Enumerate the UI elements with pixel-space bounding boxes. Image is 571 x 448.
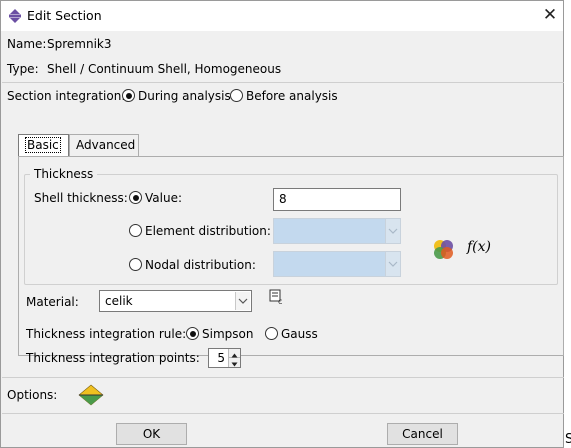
fx-label: f(x) [467,239,492,255]
title-bar[interactable]: Edit Section ✕ [1,1,563,31]
nodal-distribution-combo[interactable] [273,251,401,277]
radio-element-distribution[interactable]: Element distribution: [129,224,271,238]
chevron-down-icon [385,252,400,276]
chevron-down-icon [235,292,250,310]
radio-button-selected[interactable] [186,327,199,340]
shell-thickness-label: Shell thickness: [34,191,128,205]
name-label: Name: [7,37,47,51]
radio-button-selected[interactable] [129,191,142,204]
close-icon[interactable]: ✕ [541,5,559,25]
radio-button[interactable] [265,327,278,340]
tab-advanced[interactable]: Advanced [69,134,139,156]
section-integration-label: Section integration: [7,89,126,103]
radio-button[interactable] [129,224,142,237]
integration-points-spinner[interactable]: 5 [208,348,241,368]
section-options-icon[interactable] [78,384,104,406]
tab-basic[interactable]: Basic [18,134,69,157]
spin-up-icon[interactable] [229,349,240,358]
edge-text: S [565,432,571,447]
dialog-title: Edit Section [27,8,102,23]
separator [2,413,564,414]
integration-points-label: Thickness integration points: [26,351,200,365]
radio-before-analysis[interactable]: Before analysis [230,89,338,103]
radio-simpson[interactable]: Simpson [186,327,253,341]
radio-nodal-distribution[interactable]: Nodal distribution: [129,258,256,272]
type-value: Shell / Continuum Shell, Homogeneous [47,62,282,76]
separator [2,377,564,378]
ok-button[interactable]: OK [116,423,187,445]
spin-down-icon[interactable] [229,358,240,367]
radio-during-analysis[interactable]: During analysis [122,89,231,103]
abaqus-app-icon [9,9,21,23]
radio-value[interactable]: Value: [129,191,182,205]
thickness-value-input[interactable]: 8 [273,188,401,211]
thickness-rule-label: Thickness integration rule: [26,327,187,341]
chevron-down-icon [385,219,400,243]
radio-gauss[interactable]: Gauss [265,327,318,341]
separator [2,82,564,83]
options-label: Options: [7,388,58,402]
element-distribution-combo[interactable] [273,218,401,244]
thickness-group-label: Thickness [30,167,98,181]
name-value: Spremnik3 [47,37,112,51]
edit-section-dialog: Edit Section ✕ Name: Spremnik3 Type: She… [0,0,564,448]
radio-button-selected[interactable] [122,89,135,102]
material-combo[interactable]: celik [99,290,252,312]
radio-button[interactable] [230,89,243,102]
material-label: Material: [26,295,79,309]
radio-button[interactable] [129,258,142,271]
analytical-field-icon[interactable] [431,237,457,261]
svg-text:c: c [278,297,282,305]
type-label: Type: [7,62,39,76]
material-create-icon[interactable]: c [269,289,287,305]
cancel-button[interactable]: Cancel [387,423,458,445]
